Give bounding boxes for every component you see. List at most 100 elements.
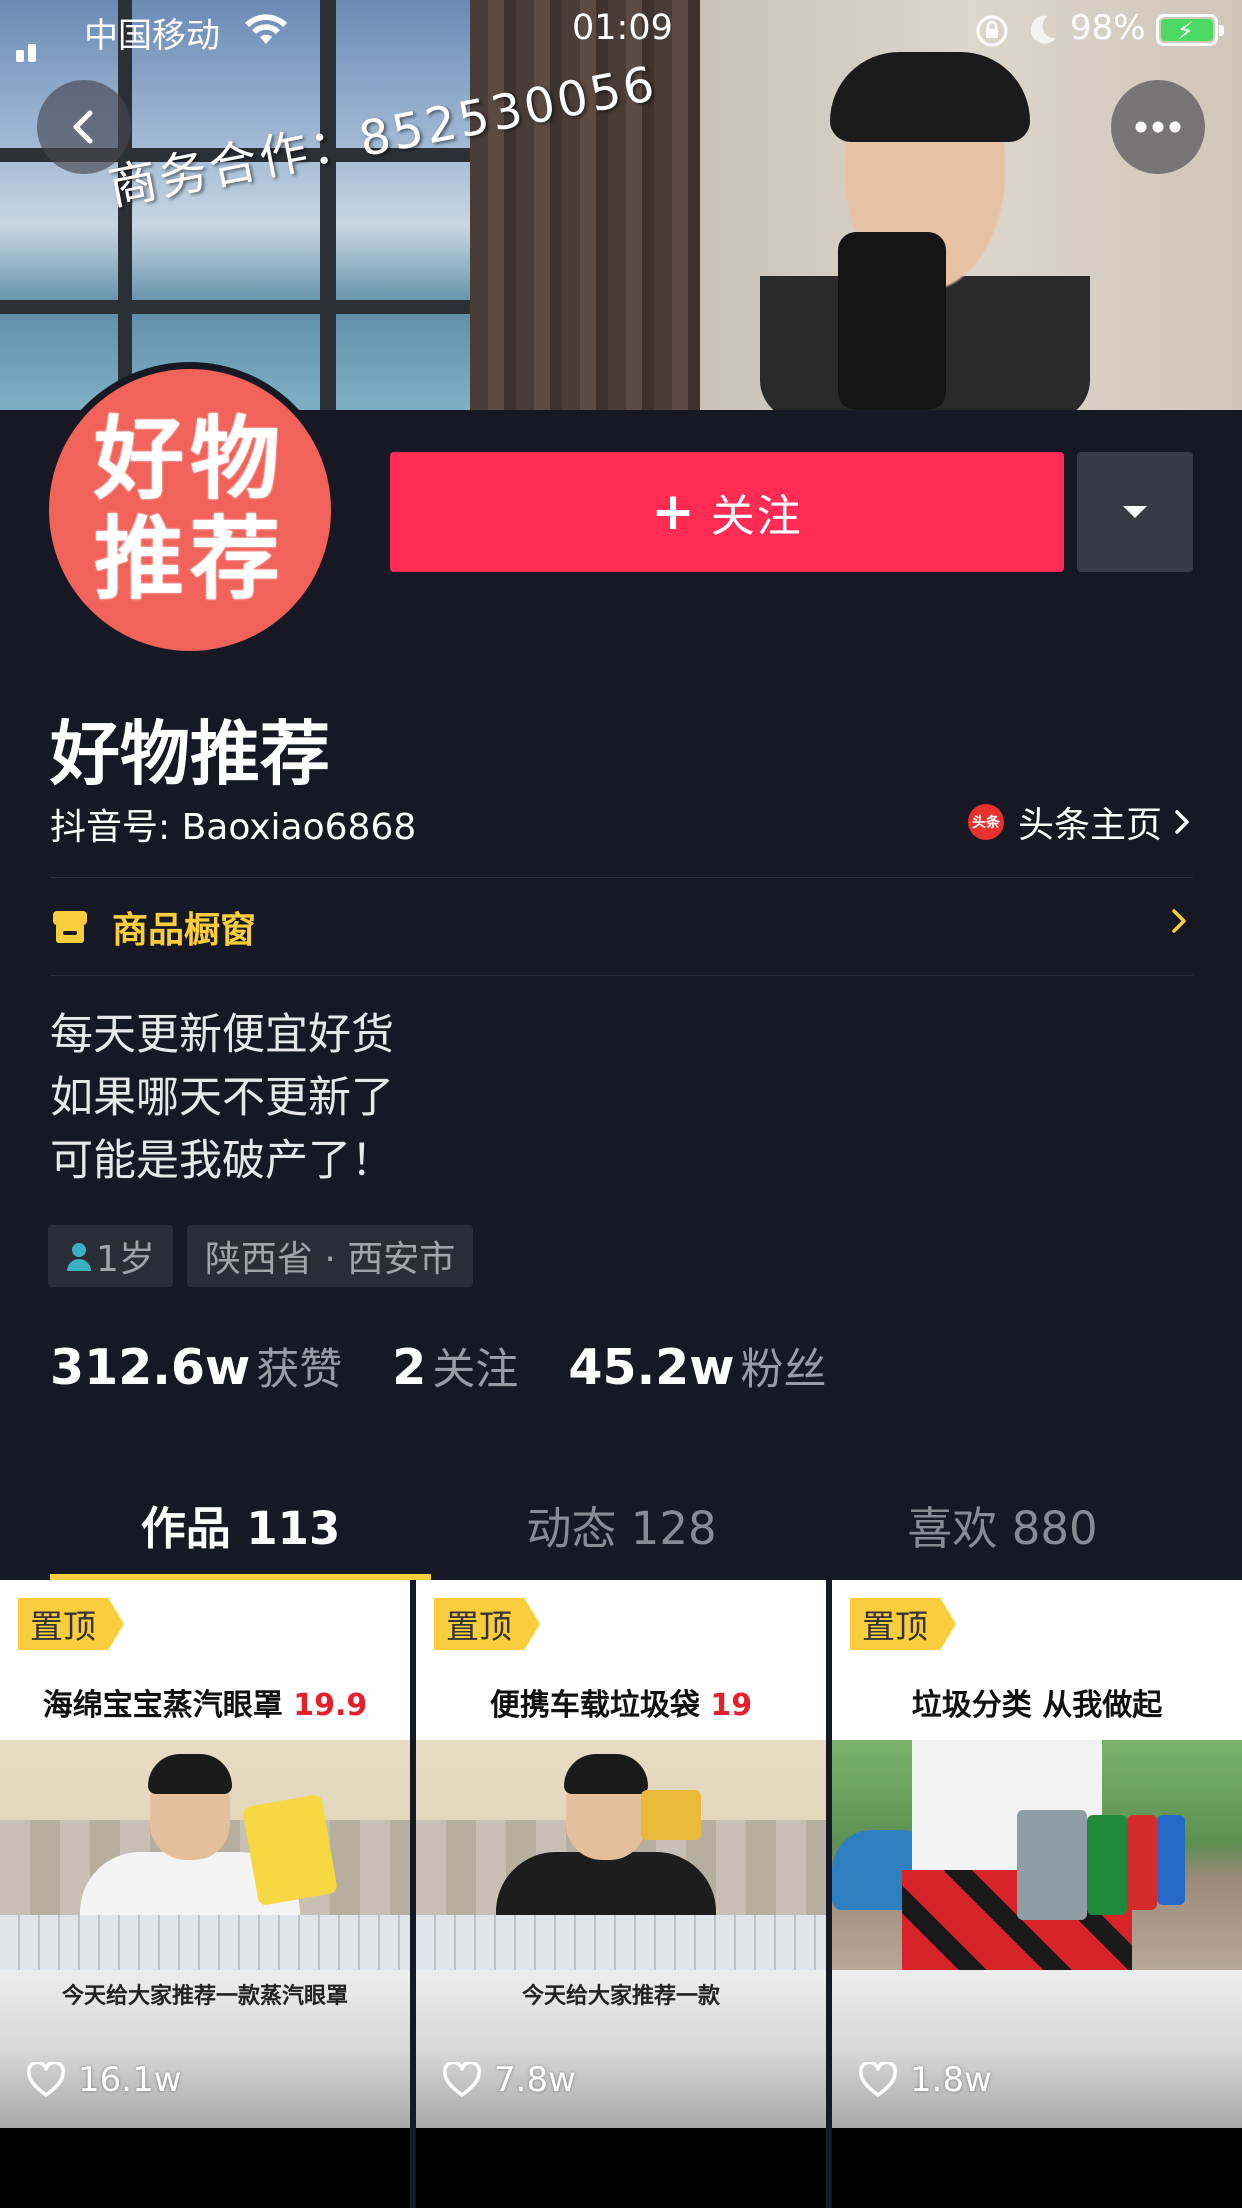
douyin-id: 抖音号: Baoxiao6868 [50,807,417,848]
video-title-text: 海绵宝宝蒸汽眼罩 [42,1688,283,1723]
follow-button[interactable]: + 关注 [390,452,1064,572]
heart-icon [27,2062,65,2097]
avatar-text-line2: 推荐 [94,507,286,612]
dropdown-icon [1123,506,1147,518]
likes-label: 获赞 [256,1345,343,1395]
toutiao-label: 头条主页 [1018,805,1163,846]
video-title-text: 便携车载垃圾袋 [489,1688,700,1723]
carrier-name: 中国移动 [84,16,220,56]
likes-stat: 312.6w 获赞 [50,1335,342,1397]
video-caption-band [832,1970,1242,2128]
following-stat[interactable]: 2 关注 [392,1335,518,1397]
video-grid: 海绵宝宝蒸汽眼罩 19.9 今天给大家推荐一款蒸汽眼罩 置顶 16.1w 便携车… [0,1580,1242,2208]
like-count-text: 16.1w [78,2060,182,2100]
video-card-placeholder[interactable] [416,2128,826,2208]
thumbnail-table [0,1915,410,1970]
bio: 每天更新便宜好货 如果哪天不更新了 可能是我破产了！ [50,1004,394,1193]
video-title: 垃圾分类 从我做起 [832,1680,1242,1724]
thumbnail-table [416,1915,826,1970]
wifi-icon [245,14,287,44]
fans-count: 45.2w [568,1339,735,1396]
video-thumbnail [832,1740,1242,1970]
cover-window [0,0,520,410]
video-like-count: 16.1w [26,2060,182,2100]
cover-person-hair [830,52,1030,142]
like-count-text: 1.8w [910,2060,992,2100]
rotation-lock-icon [976,15,1008,47]
back-button[interactable] [37,80,131,174]
chevron-right-icon [1172,909,1186,933]
video-caption: 今天给大家推荐一款蒸汽眼罩 [61,1984,348,2009]
thumbnail-product [241,1793,339,1907]
follow-label: 关注 [710,491,803,542]
pinned-badge: 置顶 [18,1598,124,1650]
thumbnail-bin-red [1127,1815,1157,1910]
cover-phone [838,232,946,410]
profile-tags: 1岁 陕西省 · 西安市 [48,1225,474,1287]
video-like-count: 7.8w [442,2060,576,2100]
chevron-right-icon [1175,810,1189,834]
avatar[interactable]: 好物 推荐 [42,362,338,658]
toutiao-homepage-link[interactable]: 头条 头条主页 [968,796,1192,848]
following-label: 关注 [432,1345,519,1395]
video-card[interactable]: 海绵宝宝蒸汽眼罩 19.9 今天给大家推荐一款蒸汽眼罩 置顶 16.1w [0,1580,410,2128]
bio-line: 如果哪天不更新了 [50,1073,394,1123]
profile-stats: 312.6w 获赞 2 关注 45.2w 粉丝 [50,1335,877,1397]
tab-label: 喜欢 880 [907,1502,1098,1555]
age-label: 1岁 [96,1239,155,1280]
thumbnail-person-hair [564,1754,648,1794]
fans-stat[interactable]: 45.2w 粉丝 [568,1335,826,1397]
back-icon [73,110,93,144]
location-tag: 陕西省 · 西安市 [186,1225,474,1287]
heart-icon [859,2062,897,2097]
more-icon [1135,121,1181,133]
thumbnail-bin-blue [1157,1815,1185,1905]
video-caption: 今天给大家推荐一款 [521,1984,720,2009]
clock: 01:09 [572,8,673,48]
moon-icon [1030,15,1056,44]
fans-label: 粉丝 [740,1345,827,1395]
bio-line: 可能是我破产了！ [50,1136,394,1186]
cover-photo: 商务合作：852530056 [0,0,1242,410]
tab-works[interactable]: 作品 113 [50,1480,431,1580]
shop-label: 商品橱窗 [112,910,257,951]
tab-label: 作品 113 [140,1502,341,1555]
pinned-badge: 置顶 [850,1598,956,1650]
status-bar: 中国移动 01:09 98% ⚡ [0,0,1242,62]
following-count: 2 [392,1339,427,1396]
signal-icon [16,22,40,62]
video-card[interactable]: 垃圾分类 从我做起 置顶 1.8w [832,1580,1242,2128]
avatar-image: 好物 推荐 [49,369,331,651]
thumbnail-product [641,1790,701,1840]
video-price: 19.9 [293,1688,368,1723]
recommend-dropdown-button[interactable] [1077,452,1193,572]
tab-posts[interactable]: 动态 128 [431,1480,812,1580]
content-tabs: 作品 113 动态 128 喜欢 880 [50,1480,1193,1580]
bio-line: 每天更新便宜好货 [50,1010,394,1060]
video-thumbnail [0,1740,410,1970]
avatar-text-line1: 好物 [94,407,286,512]
thumbnail-person-hair [148,1754,232,1794]
toutiao-icon: 头条 [968,804,1004,840]
plus-icon: + [651,482,697,542]
location-label: 陕西省 · 西安市 [204,1239,456,1280]
video-price: 19 [710,1688,753,1723]
video-title: 海绵宝宝蒸汽眼罩 19.9 [0,1680,410,1724]
video-title: 便携车载垃圾袋 19 [416,1680,826,1724]
more-button[interactable] [1111,80,1205,174]
thumbnail-bin-green [1087,1815,1127,1915]
video-card-placeholder[interactable] [832,2128,1242,2208]
pinned-badge: 置顶 [434,1598,540,1650]
tab-likes[interactable]: 喜欢 880 [812,1480,1193,1580]
divider [50,975,1193,976]
video-card-placeholder[interactable] [0,2128,410,2208]
nickname: 好物推荐 [50,713,330,795]
person-icon [67,1243,91,1271]
video-card[interactable]: 便携车载垃圾袋 19 今天给大家推荐一款 置顶 7.8w [416,1580,826,2128]
video-thumbnail [416,1740,826,1970]
product-showcase-row[interactable]: 商品橱窗 [50,878,1193,976]
battery-percent: 98% [1070,8,1146,48]
age-tag: 1岁 [48,1225,173,1287]
thumbnail-bin-gray [1017,1810,1087,1920]
like-count-text: 7.8w [494,2060,576,2100]
